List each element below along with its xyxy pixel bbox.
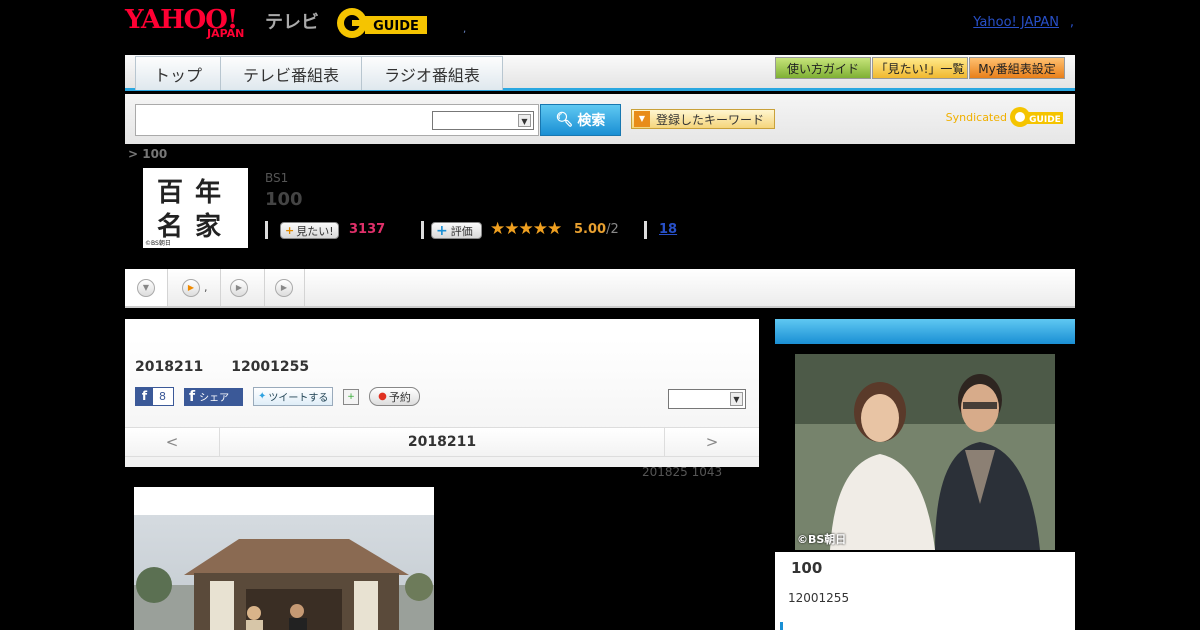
broadcast-panel: 2018211 12001255 f 8 f シェア ✦ ツイートする + ● 予… xyxy=(125,319,759,467)
svg-text:GUIDE: GUIDE xyxy=(373,19,419,34)
chevron-down-circle-icon: ▼ xyxy=(137,278,155,297)
broadcast-datetime: 2018211 12001255 xyxy=(135,359,309,375)
yahoo-japan-logo-text: JAPAN xyxy=(207,27,245,40)
program-subtabs: ▼ ▶ , ▶ ▶ xyxy=(125,269,1075,308)
reserve-label: 予約 xyxy=(388,390,411,404)
syndicated-text: Syndicated xyxy=(945,110,1007,124)
facebook-share-button[interactable]: f シェア xyxy=(184,387,243,406)
thumb-glyph-4: 家 xyxy=(195,212,222,242)
option-select[interactable]: ▼ xyxy=(668,389,746,409)
want-button-label: 見たい! xyxy=(296,224,334,238)
subtab-3[interactable]: ▶ xyxy=(221,269,265,306)
reserve-button[interactable]: ● 予約 xyxy=(369,387,420,406)
divider xyxy=(421,221,424,239)
tab-top[interactable]: トップ xyxy=(135,56,221,90)
tweet-button[interactable]: ✦ ツイートする xyxy=(253,387,333,406)
search-button[interactable]: 🔍︎ 検索 xyxy=(540,104,621,136)
thumb-glyph-2: 年 xyxy=(195,178,222,208)
main-nav: トップ テレビ番組表 ラジオ番組表 使い方ガイド 「見たい!」一覧 My番組表設… xyxy=(125,55,1075,91)
facebook-icon: f xyxy=(136,388,153,405)
subtab-4[interactable]: ▶ xyxy=(265,269,305,306)
header-dot: , xyxy=(463,24,467,35)
search-button-label: 検索 xyxy=(577,113,606,129)
broadcast-time: 12001255 xyxy=(231,359,310,375)
triangle-down-icon: ▼ xyxy=(634,111,650,127)
social-buttons: f 8 f シェア ✦ ツイートする + ● 予約 xyxy=(135,387,420,406)
tab-tv-schedule[interactable]: テレビ番組表 xyxy=(220,56,362,90)
registered-keywords-button[interactable]: ▼ 登録したキーワード xyxy=(631,109,775,129)
info-program-title: 100 xyxy=(791,559,823,577)
chevron-down-icon: ▼ xyxy=(730,392,743,406)
yahoo-japan-link[interactable]: Yahoo! JAPAN xyxy=(973,15,1059,30)
hosts-photo-illustration xyxy=(795,354,1055,550)
want-list-button[interactable]: 「見たい!」一覧 xyxy=(872,57,968,79)
program-photo: ©BS朝日 xyxy=(795,354,1055,550)
search-icon: 🔍︎ xyxy=(555,112,574,128)
rate-button-label: 評価 xyxy=(450,224,473,238)
prev-date-button[interactable]: < xyxy=(125,428,220,457)
my-schedule-settings-button[interactable]: My番組表設定 xyxy=(969,57,1065,79)
chevron-down-icon: ▼ xyxy=(518,114,531,127)
info-program-time: 12001255 xyxy=(788,591,850,605)
tab-radio-schedule[interactable]: ラジオ番組表 xyxy=(361,56,503,90)
facebook-like-button[interactable]: f 8 xyxy=(135,387,174,406)
add-calendar-icon[interactable]: + xyxy=(343,388,359,405)
divider xyxy=(644,221,647,239)
rate-button[interactable]: + 評価 xyxy=(431,222,482,239)
play-circle-icon: ▶ xyxy=(230,278,248,297)
tweet-label: ツイートする xyxy=(268,393,329,404)
program-title: 100 xyxy=(265,189,303,210)
record-dot-icon: ● xyxy=(378,391,387,402)
subtab-2[interactable]: ▶ , xyxy=(168,269,221,306)
thumb-copyright: ©BS朝日 xyxy=(145,240,171,247)
syndicated-g-guide-logo: Syndicated GUIDE xyxy=(946,106,1065,128)
subtab-1[interactable]: ▼ xyxy=(125,269,168,306)
plus-icon: + xyxy=(436,222,448,239)
updated-timestamp: 201825 1043 xyxy=(642,465,723,479)
search-bar: ▼ 🔍︎ 検索 ▼ 登録したキーワード Syndicated GUIDE xyxy=(125,94,1075,144)
svg-text:GUIDE: GUIDE xyxy=(1029,115,1061,125)
play-circle-icon: ▶ xyxy=(182,278,200,297)
share-label: シェア xyxy=(199,393,230,404)
breadcrumb[interactable]: > 100 xyxy=(128,147,167,161)
tv-logo-text[interactable]: テレビ xyxy=(265,8,319,34)
g-guide-small-logo: GUIDE xyxy=(1010,107,1063,127)
rating-score: 5.00/2 xyxy=(574,222,619,237)
want-count: 3137 xyxy=(349,222,386,237)
photo-copyright: ©BS朝日 xyxy=(797,533,847,546)
house-illustration xyxy=(134,539,434,630)
site-header: YAHOO! JAPAN テレビ GUIDE , Yahoo! JAPAN , xyxy=(125,0,1075,55)
program-thumbnail: 百 年 名 家 ©BS朝日 xyxy=(143,168,248,248)
thumb-glyph-1: 百 xyxy=(157,178,184,208)
program-info-panel: ©BS朝日 100 12001255 xyxy=(775,319,1075,630)
broadcast-date: 2018211 xyxy=(135,359,204,375)
rating-score-value: 5.00 xyxy=(574,222,607,237)
facebook-like-count: 8 xyxy=(159,390,166,403)
registered-keywords-label: 登録したキーワード xyxy=(656,112,765,127)
section-marker xyxy=(780,622,783,630)
divider xyxy=(265,221,268,239)
current-date: 2018211 xyxy=(407,434,477,450)
date-navigation: < 2018211 > xyxy=(125,427,759,457)
g-guide-logo[interactable]: GUIDE xyxy=(335,6,431,40)
subtab-2-label: , xyxy=(204,281,208,294)
rating-stars: ★★★★★ xyxy=(490,219,562,239)
rating-count: /2 xyxy=(606,222,619,237)
info-panel-header xyxy=(775,319,1075,344)
next-date-button[interactable]: > xyxy=(664,428,759,457)
usage-guide-button[interactable]: 使い方ガイド xyxy=(775,57,871,79)
channel-name: BS1 xyxy=(265,171,289,185)
reviews-link[interactable]: 18 xyxy=(659,222,677,237)
search-category-select[interactable]: ▼ xyxy=(432,111,534,130)
facebook-icon: f xyxy=(189,388,196,405)
want-button[interactable]: + 見たい! xyxy=(280,222,339,239)
play-circle-icon: ▶ xyxy=(275,278,293,297)
twitter-bird-icon: ✦ xyxy=(258,391,267,402)
header-link-dot: , xyxy=(1069,15,1074,30)
program-scene-image xyxy=(134,487,434,630)
plus-icon: + xyxy=(285,224,295,237)
